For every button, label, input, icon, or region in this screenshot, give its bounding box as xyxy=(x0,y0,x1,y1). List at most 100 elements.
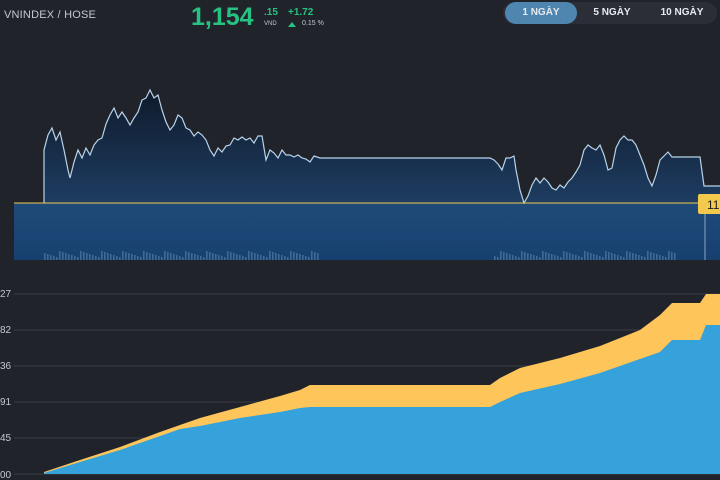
mini-volume-bar xyxy=(674,253,676,260)
mini-volume-bar xyxy=(149,253,151,260)
mini-volume-bar xyxy=(206,251,208,260)
mini-volume-bar xyxy=(575,255,577,260)
mini-volume-bar xyxy=(233,253,235,260)
mini-volume-bar xyxy=(311,251,313,260)
mini-volume-bar xyxy=(167,252,169,260)
mini-volume-bar xyxy=(641,256,643,260)
mini-volume-bar xyxy=(266,257,268,260)
mini-volume-bar xyxy=(533,255,535,260)
mini-volume-bar xyxy=(236,254,238,260)
volume-y-tick: 91 xyxy=(0,397,12,408)
mini-volume-bar xyxy=(281,255,283,260)
mini-volume-bar xyxy=(662,256,664,260)
below-reference-area xyxy=(14,203,720,260)
mini-volume-bar xyxy=(278,254,280,260)
mini-volume-bar xyxy=(74,256,76,260)
mini-volume-bar xyxy=(98,257,100,260)
mini-volume-bar xyxy=(668,251,670,260)
mini-volume-bar xyxy=(245,257,247,260)
mini-volume-bar xyxy=(77,257,79,260)
mini-volume-bar xyxy=(197,255,199,260)
mini-volume-bar xyxy=(647,251,649,260)
mini-volume-bar xyxy=(62,252,64,260)
mini-volume-bar xyxy=(305,256,307,260)
mini-volume-bar xyxy=(92,255,94,260)
mini-volume-bar xyxy=(653,253,655,260)
mini-volume-bar xyxy=(44,253,46,260)
mini-volume-bar xyxy=(602,257,604,260)
mini-volume-bar xyxy=(164,251,166,260)
mini-volume-bar xyxy=(608,252,610,260)
mini-volume-bar xyxy=(251,252,253,260)
mini-volume-bar xyxy=(572,254,574,260)
mini-volume-bar xyxy=(200,256,202,260)
mini-volume-bar xyxy=(542,251,544,260)
mini-volume-bar xyxy=(161,257,163,260)
mini-volume-bar xyxy=(617,255,619,260)
mini-volume-bar xyxy=(611,253,613,260)
mini-volume-bar xyxy=(566,252,568,260)
mini-volume-bar xyxy=(578,256,580,260)
mini-volume-bar xyxy=(185,251,187,260)
price-area xyxy=(44,90,720,203)
mini-volume-bar xyxy=(518,257,520,260)
mini-volume-bar xyxy=(629,252,631,260)
mini-volume-bar xyxy=(221,256,223,260)
mini-volume-bar xyxy=(632,253,634,260)
mini-volume-bar xyxy=(299,254,301,260)
mini-volume-bar xyxy=(182,257,184,260)
mini-volume-bar xyxy=(656,254,658,260)
mini-volume-bar xyxy=(56,257,58,260)
mini-volume-bar xyxy=(215,254,217,260)
mini-volume-bar xyxy=(146,252,148,260)
mini-volume-bar xyxy=(140,257,142,260)
mini-volume-bar xyxy=(89,254,91,260)
mini-volume-bar xyxy=(290,251,292,260)
mini-volume-bar xyxy=(158,256,160,260)
mini-volume-bar xyxy=(314,252,316,260)
mini-volume-bar xyxy=(317,253,319,260)
volume-y-tick: 27 xyxy=(0,289,12,300)
mini-volume-bar xyxy=(95,256,97,260)
mini-volume-bar xyxy=(152,254,154,260)
mini-volume-bar xyxy=(509,254,511,260)
mini-volume-bar xyxy=(665,257,667,260)
mini-volume-bar xyxy=(521,251,523,260)
mini-volume-bar xyxy=(218,255,220,260)
mini-volume-bar xyxy=(272,252,274,260)
mini-volume-bar xyxy=(53,256,55,260)
mini-volume-bar xyxy=(599,256,601,260)
mini-volume-bar xyxy=(128,253,130,260)
mini-volume-bar xyxy=(239,255,241,260)
mini-volume-bar xyxy=(527,253,529,260)
mini-volume-bar xyxy=(671,252,673,260)
mini-volume-bar xyxy=(176,255,178,260)
mini-volume-bar xyxy=(80,251,82,260)
mini-volume-bar xyxy=(494,256,496,260)
reference-price-tag-label: 11 xyxy=(707,198,720,212)
mini-volume-bar xyxy=(188,252,190,260)
mini-volume-bar xyxy=(497,257,499,260)
mini-volume-bar xyxy=(569,253,571,260)
mini-volume-bar xyxy=(113,255,115,260)
mini-volume-bar xyxy=(263,256,265,260)
mini-volume-bar xyxy=(563,251,565,260)
mini-volume-bar xyxy=(275,253,277,260)
mini-volume-bar xyxy=(107,253,109,260)
mini-volume-bar xyxy=(293,252,295,260)
mini-volume-bar xyxy=(659,255,661,260)
mini-volume-bar xyxy=(539,257,541,260)
mini-volume-bar xyxy=(131,254,133,260)
mini-volume-bar xyxy=(530,254,532,260)
mini-volume-bar xyxy=(209,252,211,260)
mini-volume-bar xyxy=(560,257,562,260)
mini-volume-bar xyxy=(308,257,310,260)
mini-volume-bar xyxy=(125,252,127,260)
mini-volume-bar xyxy=(173,254,175,260)
mini-volume-bar xyxy=(137,256,139,260)
volume-y-tick: 82 xyxy=(0,325,12,336)
mini-volume-bar xyxy=(557,256,559,260)
mini-volume-bar xyxy=(614,254,616,260)
mini-volume-bar xyxy=(143,251,145,260)
volume-chart: 27 82 36 91 45 00 xyxy=(0,289,720,480)
